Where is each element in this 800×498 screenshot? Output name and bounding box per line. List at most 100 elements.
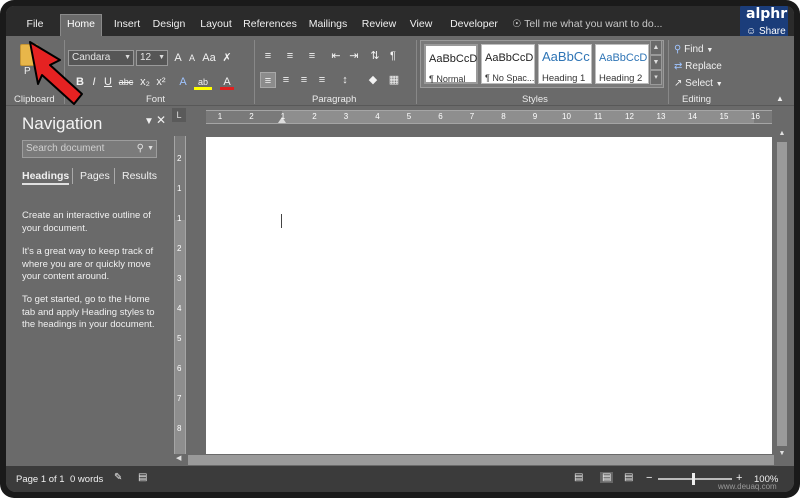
nav-tab-headings[interactable]: Headings bbox=[22, 170, 70, 185]
chevron-up-icon[interactable]: ▲ bbox=[776, 130, 788, 137]
scroll-thumb[interactable] bbox=[777, 142, 787, 446]
nav-options-icon[interactable]: ▼ bbox=[144, 116, 154, 127]
vertical-ruler[interactable]: 21123456789 bbox=[174, 136, 186, 463]
print-layout-icon[interactable]: ▤ bbox=[600, 472, 614, 483]
zoom-slider[interactable] bbox=[658, 473, 732, 485]
nav-tab-results[interactable]: Results bbox=[122, 170, 157, 182]
ruler-tick-label: 3 bbox=[177, 274, 182, 283]
grow-font-button[interactable]: A bbox=[172, 50, 184, 66]
style-heading-2[interactable]: AaBbCcD Heading 2 bbox=[595, 44, 649, 84]
style-heading-1[interactable]: AaBbCc Heading 1 bbox=[538, 44, 592, 84]
tab-references[interactable]: References bbox=[242, 15, 298, 36]
ribbon-tab-bar: File Home Insert Design Layout Reference… bbox=[6, 6, 794, 44]
bullets-icon[interactable]: ≡ bbox=[260, 48, 276, 64]
more-styles-icon[interactable]: ▾ bbox=[650, 70, 662, 85]
chevron-down-icon[interactable]: ▼ bbox=[650, 55, 662, 70]
read-mode-icon[interactable]: ▤ bbox=[574, 472, 583, 483]
underline-button[interactable]: U bbox=[102, 74, 114, 90]
shrink-font-button[interactable]: A bbox=[186, 50, 198, 66]
word-count[interactable]: 0 words bbox=[70, 474, 103, 485]
borders-icon[interactable]: ▦ bbox=[386, 72, 402, 88]
style-name: ¶ No Spac... bbox=[485, 73, 535, 83]
chevron-up-icon[interactable]: ▲ bbox=[650, 40, 662, 55]
status-bar: Page 1 of 1 0 words ✎ ▤ ▤ ▤ ▤ − + 100% bbox=[6, 466, 794, 492]
zoom-slider-thumb[interactable] bbox=[692, 473, 695, 485]
style-sample: AaBbCc bbox=[542, 49, 590, 64]
tab-developer[interactable]: Developer bbox=[446, 15, 502, 36]
page-count[interactable]: Page 1 of 1 bbox=[16, 474, 65, 485]
chevron-left-icon[interactable]: ◀ bbox=[176, 454, 181, 462]
tab-selector[interactable]: L bbox=[172, 108, 186, 122]
change-case-button[interactable]: Aa bbox=[202, 50, 216, 66]
subscript-button[interactable]: x₂ bbox=[138, 74, 152, 90]
ribbon-home: P Clipboard Candara ▼ 12 ▼ A A Aa ✗ B I … bbox=[6, 36, 794, 106]
align-center-icon[interactable]: ≡ bbox=[278, 72, 294, 88]
replace-button[interactable]: ⇄ Replace bbox=[674, 61, 722, 72]
strikethrough-button[interactable]: abc bbox=[116, 74, 136, 90]
zoom-out-icon[interactable]: − bbox=[646, 472, 652, 484]
text-cursor bbox=[281, 214, 282, 228]
find-label: Find bbox=[684, 44, 704, 55]
ruler-tick-label: 7 bbox=[177, 394, 182, 403]
font-color-button[interactable]: A bbox=[220, 74, 234, 90]
brand-logo: alphr bbox=[746, 6, 788, 22]
scroll-thumb[interactable] bbox=[188, 455, 774, 465]
superscript-button[interactable]: x² bbox=[154, 74, 168, 90]
word-window: File Home Insert Design Layout Reference… bbox=[6, 6, 794, 492]
numbering-icon[interactable]: ≡ bbox=[282, 48, 298, 64]
shading-icon[interactable]: ◆ bbox=[364, 72, 382, 88]
horizontal-ruler[interactable]: 1 2 1 2 3 4 5 6 7 8 9 10 11 12 13 14 15 16 bbox=[206, 110, 772, 124]
highlight-button[interactable]: ab bbox=[194, 74, 212, 90]
tab-review[interactable]: Review bbox=[360, 15, 398, 36]
web-layout-icon[interactable]: ▤ bbox=[624, 472, 633, 483]
watermark-text: www.deuaq.com bbox=[718, 482, 777, 491]
ruler-tick-label: 1 bbox=[217, 112, 223, 121]
select-button[interactable]: ↗ Select ▼ bbox=[674, 78, 723, 89]
ruler-tick-label: 2 bbox=[177, 154, 182, 163]
line-spacing-icon[interactable]: ↕ bbox=[336, 72, 354, 88]
chevron-down-icon: ▼ bbox=[158, 54, 165, 61]
tab-layout[interactable]: Layout bbox=[196, 15, 236, 36]
ruler-tick-label: 11 bbox=[593, 112, 603, 121]
tab-design[interactable]: Design bbox=[150, 15, 188, 36]
tell-me-box[interactable]: ☉ Tell me what you want to do... bbox=[512, 15, 662, 35]
text-effects-button[interactable]: A bbox=[176, 74, 190, 90]
tab-mailings[interactable]: Mailings bbox=[306, 15, 350, 36]
close-icon[interactable]: ✕ bbox=[156, 113, 166, 127]
style-no-spacing[interactable]: AaBbCcDc ¶ No Spac... bbox=[481, 44, 535, 84]
horizontal-scrollbar[interactable]: ◀ bbox=[172, 454, 776, 466]
decrease-indent-icon[interactable]: ⇤ bbox=[328, 48, 344, 64]
macro-icon[interactable]: ▤ bbox=[138, 472, 147, 483]
divider bbox=[668, 40, 669, 104]
tab-view[interactable]: View bbox=[406, 15, 436, 36]
sort-icon[interactable]: ⇅ bbox=[368, 48, 382, 64]
ruler-tick-label: 8 bbox=[177, 424, 182, 433]
ruler-tick-label: 16 bbox=[751, 112, 760, 121]
nav-tab-pages[interactable]: Pages bbox=[80, 170, 110, 182]
align-right-icon[interactable]: ≡ bbox=[296, 72, 312, 88]
style-sample: AaBbCcDc bbox=[485, 52, 533, 64]
ruler-tick-label: 7 bbox=[469, 112, 475, 121]
document-page[interactable] bbox=[206, 137, 772, 467]
divider bbox=[416, 40, 417, 104]
search-icon: ⚲ bbox=[136, 143, 144, 154]
clear-format-icon[interactable]: ✗ bbox=[220, 50, 234, 66]
tab-insert[interactable]: Insert bbox=[108, 15, 146, 36]
increase-indent-icon[interactable]: ⇥ bbox=[346, 48, 362, 64]
align-left-icon[interactable]: ≡ bbox=[260, 72, 276, 88]
vertical-scrollbar[interactable]: ▲ ▼ bbox=[776, 128, 788, 464]
lightbulb-icon: ☉ bbox=[512, 18, 522, 30]
find-button[interactable]: ⚲ Find ▼ bbox=[674, 44, 713, 55]
tab-file[interactable]: File bbox=[18, 15, 52, 36]
tab-home[interactable]: Home bbox=[60, 14, 102, 36]
font-size-combo[interactable]: 12 ▼ bbox=[136, 50, 168, 66]
show-marks-button[interactable]: ¶ bbox=[386, 48, 400, 64]
style-normal[interactable]: AaBbCcDc ¶ Normal bbox=[424, 44, 478, 84]
proofing-icon[interactable]: ✎ bbox=[114, 472, 122, 483]
collapse-ribbon-icon[interactable]: ▲ bbox=[776, 94, 784, 103]
nav-help-text: It's a great way to keep track of where … bbox=[22, 246, 154, 282]
multilevel-list-icon[interactable]: ≡ bbox=[304, 48, 320, 64]
chevron-down-icon[interactable]: ▼ bbox=[776, 450, 788, 457]
nav-search-input[interactable]: Search document ⚲ ▼ bbox=[22, 140, 157, 158]
justify-icon[interactable]: ≡ bbox=[314, 72, 330, 88]
